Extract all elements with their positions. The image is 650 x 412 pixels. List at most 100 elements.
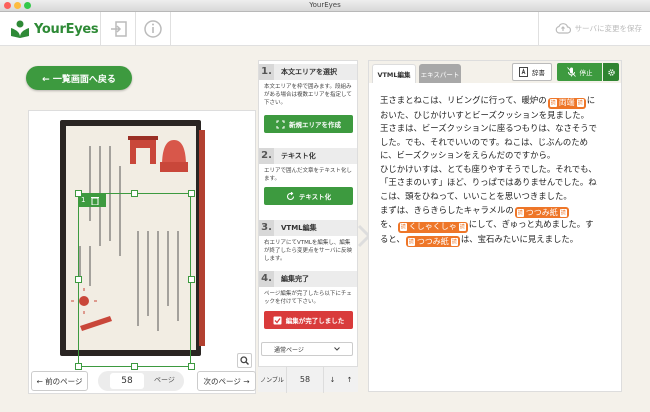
ruby-tag: 読: [516, 208, 524, 217]
step-header: 2. テキスト化: [259, 148, 357, 164]
text-segment: は、宝石みたいに見えました。: [460, 233, 579, 244]
text-area-selection[interactable]: [78, 193, 191, 367]
resize-handle-bottom-right[interactable]: [188, 363, 195, 370]
toolbar-divider: [100, 12, 101, 46]
resize-handle-bottom[interactable]: [131, 363, 138, 370]
text-line: した。でも、それでいいのです。ねこは、じぶんのため: [380, 136, 620, 150]
selection-index: 1: [81, 196, 86, 204]
next-page-button[interactable]: 次のページ →: [197, 371, 256, 391]
nombre-down-button[interactable]: ↓: [324, 367, 341, 393]
nombre-bar: ノンブル 58 ↓ ↑: [258, 366, 358, 393]
nombre-input[interactable]: 58: [286, 366, 324, 393]
step-number: 2.: [259, 148, 274, 164]
chevron-down-icon: [334, 347, 340, 351]
step-4: 4. 編集完了 ページ編集が完了したら以下にチェックを付けて下さい。: [259, 271, 357, 306]
prev-page-button[interactable]: ← 前のページ: [31, 371, 88, 391]
text-line: ひじかけいすは、とても座りやすそうでした。それでも、: [380, 163, 620, 177]
tab-vtml-edit[interactable]: VTML編集: [372, 64, 416, 83]
ruby-tag-end: 読: [559, 208, 567, 217]
resize-handle-bottom-left[interactable]: [75, 363, 82, 370]
magnifier-icon: [240, 356, 249, 365]
ruby-tag-end: 読: [576, 99, 584, 107]
page-number-input[interactable]: 58: [110, 373, 144, 389]
info-icon[interactable]: [143, 19, 163, 39]
step-header: 3. VTML編集: [259, 220, 357, 236]
text-line: 王さまは、ビーズクッションに座るつもりは、なさそうで: [380, 122, 620, 136]
text-segment: 王さまは、ビーズクッションに座るつもりは、なさそうで: [380, 123, 597, 134]
dictionary-button[interactable]: 辞書: [512, 63, 552, 81]
step-title: VTML編集: [281, 224, 317, 232]
workspace: ← 一覧画面へ戻る 1 ← 前のページ 58 ページ 次のページ → 1. 本文…: [0, 46, 650, 412]
step-number: 3.: [259, 220, 274, 236]
editor-tab-bar: VTML編集 エキスパート 辞書 停止: [369, 61, 621, 83]
text-editor-panel: VTML編集 エキスパート 辞書 停止 王さまとねこは、リビングに行って、暖炉の…: [368, 60, 622, 392]
edit-complete-label: 編集が完了しました: [285, 317, 345, 325]
step-description: 右エリアにてVTMLを編集し、編集が終了したら変更点をサーバに反映します。: [264, 240, 352, 262]
step-header: 4. 編集完了: [259, 271, 357, 287]
create-area-label: 新規エリアを作成: [289, 121, 341, 129]
step-description: ページ編集が完了したら以下にチェックを付けて下さい。: [264, 291, 352, 305]
ruby-text: くしゃくしゃ: [408, 222, 457, 232]
textify-label: テキスト化: [298, 193, 332, 201]
stop-speech-label: 停止: [579, 69, 593, 77]
ruby-tag-end: 読: [450, 237, 458, 246]
new-area-icon: [276, 119, 285, 129]
ruby-chip[interactable]: 読両端読: [547, 97, 586, 109]
text-line: ると、読つつみ紙読は、宝石みたいに見えました。: [380, 233, 620, 248]
trash-icon[interactable]: [91, 196, 100, 205]
zoom-button[interactable]: [237, 353, 252, 368]
resize-handle-left[interactable]: [75, 276, 82, 283]
stop-speech-button[interactable]: 停止: [557, 63, 602, 81]
tab-expert[interactable]: エキスパート: [419, 64, 461, 83]
page-image-panel: 1: [28, 110, 256, 394]
text-line: に、ビーズクッションをえらんだのですから。: [380, 149, 620, 163]
step-description: エリアで囲んだ文章をテキスト化します。: [264, 168, 352, 182]
nombre-up-button[interactable]: ↑: [341, 367, 358, 393]
save-to-server-button[interactable]: サーバに変更を保存: [555, 22, 642, 34]
nombre-label: ノンブル: [260, 377, 284, 384]
page-type-value: 通常ページ: [274, 346, 304, 354]
text-segment: おいた、ひじかけいすとビーズクッションを見ました。: [380, 109, 589, 120]
text-line: 王さまとねこは、リビングに行って、暖炉の読両端読に: [380, 94, 620, 109]
exit-icon[interactable]: [109, 19, 129, 39]
text-segment: にして、ぎゅっと丸めました。す: [468, 219, 594, 230]
resize-handle-right[interactable]: [188, 276, 195, 283]
speech-settings-button[interactable]: [603, 63, 619, 81]
resize-handle-top-left[interactable]: [75, 190, 82, 197]
save-to-server-label: サーバに変更を保存: [574, 23, 642, 33]
ruby-text: つつみ紙: [416, 236, 449, 246]
page-number-box: 58 ページ: [98, 371, 184, 391]
text-segment: 王さまとねこは、リビングに行って、暖炉の: [380, 95, 547, 105]
window-titlebar: YourEyes: [0, 0, 650, 12]
vtml-text-body[interactable]: 王さまとねこは、リビングに行って、暖炉の読両端読に おいた、ひじかけいすとビーズ…: [380, 94, 620, 248]
ruby-tag: 読: [399, 223, 407, 232]
toolbar-divider: [538, 12, 539, 46]
page-unit-label: ページ: [154, 376, 175, 384]
back-to-list-button[interactable]: ← 一覧画面へ戻る: [26, 66, 132, 90]
refresh-icon: [286, 191, 294, 200]
step-header: 1. 本文エリアを選択: [259, 64, 357, 80]
resize-handle-top-right[interactable]: [188, 190, 195, 197]
textify-button[interactable]: テキスト化: [264, 187, 353, 205]
ruby-chip[interactable]: 読つつみ紙読: [514, 207, 569, 219]
dictionary-label: 辞書: [532, 69, 545, 77]
resize-handle-top[interactable]: [131, 190, 138, 197]
text-segment: まずは、きらきらしたキャラメルの: [380, 204, 514, 215]
step-description: 本文エリアを枠で囲みます。段組みがある場合は複数エリアを指定して下さい。: [264, 84, 352, 106]
text-line: を、読くしゃくしゃ読にして、ぎゅっと丸めました。す: [380, 218, 620, 233]
app-logo: YourEyes: [10, 18, 99, 40]
checkbox-checked-icon: [273, 316, 282, 324]
text-segment: ひじかけいすは、とても座りやすそうでした。それでも、: [380, 163, 597, 174]
toolbar-divider: [170, 12, 171, 46]
create-area-button[interactable]: 新規エリアを作成: [264, 115, 353, 133]
ruby-chip[interactable]: 読くしゃくしゃ読: [397, 221, 468, 233]
page-type-select[interactable]: 通常ページ: [261, 342, 353, 356]
text-segment: 「王さまのいす」ほど、りっぱではありませんでした。ね: [380, 177, 597, 188]
dictionary-icon: [519, 67, 528, 77]
ruby-chip[interactable]: 読つつみ紙読: [405, 236, 460, 248]
book-reader-icon: [11, 20, 29, 38]
toolbar-divider: [135, 12, 136, 46]
gear-icon: [607, 68, 615, 76]
step-1: 1. 本文エリアを選択 本文エリアを枠で囲みます。段組みがある場合は複数エリアを…: [259, 64, 357, 107]
edit-complete-button[interactable]: 編集が完了しました: [264, 311, 353, 329]
